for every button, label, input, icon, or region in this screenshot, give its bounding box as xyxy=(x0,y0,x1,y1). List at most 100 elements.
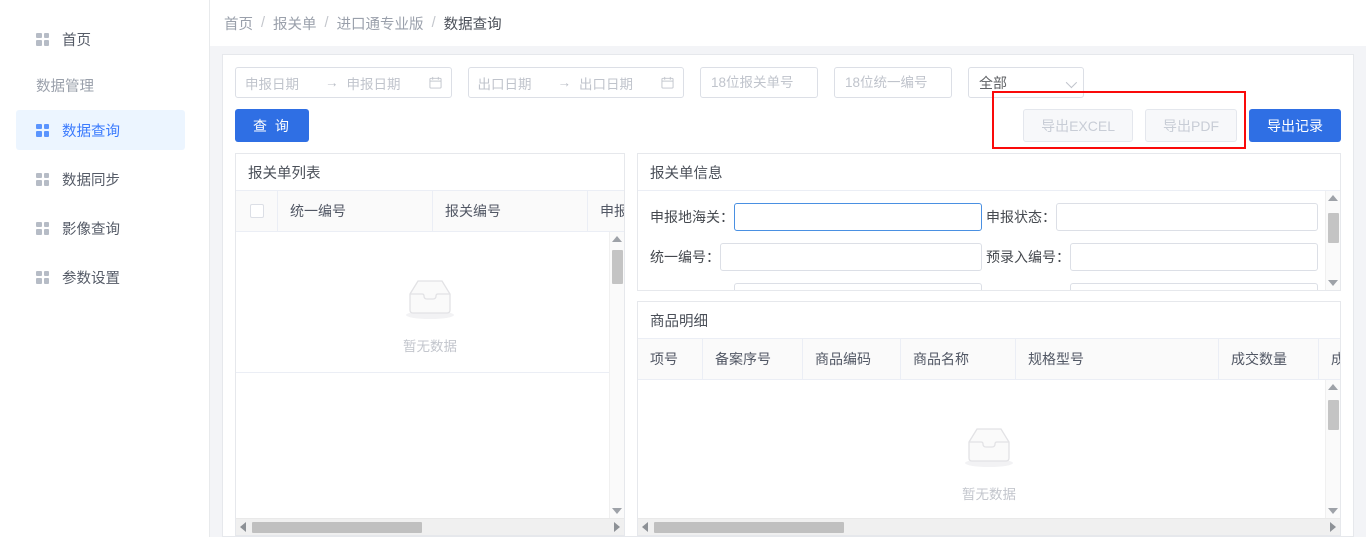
export-excel-button[interactable]: 导出EXCEL xyxy=(1023,109,1133,142)
declaration-list-vertical-scrollbar[interactable] xyxy=(609,232,624,518)
panels-region: 报关单列表 统一编号 报关编号 申报日 xyxy=(223,153,1353,536)
field-declare-status: 申报状态： xyxy=(986,203,1318,231)
breadcrumb-item-home[interactable]: 首页 xyxy=(224,13,253,34)
declaration-info-title: 报关单信息 xyxy=(638,154,1340,191)
declaration-info-panel: 报关单信息 申报地海关： 申报状态： 统一编号： 预录入编号： xyxy=(637,153,1341,291)
declaration-info-vertical-scrollbar[interactable] xyxy=(1325,191,1340,290)
declare-date-start[interactable]: 申报日期 xyxy=(245,73,317,93)
sidebar-item-image-query[interactable]: 影像查询 xyxy=(16,208,185,248)
column-header-declare-date[interactable]: 申报日 xyxy=(588,191,624,231)
scroll-right-arrow-icon[interactable] xyxy=(1330,522,1336,532)
export-pdf-button[interactable]: 导出PDF xyxy=(1145,109,1237,142)
breadcrumb-item-data-query: 数据查询 xyxy=(443,16,502,33)
field-pre-entry-no: 预录入编号： xyxy=(986,243,1318,271)
sidebar-item-label: 影像查询 xyxy=(62,221,120,238)
grid-icon xyxy=(36,123,49,137)
sidebar-item-parameter-settings[interactable]: 参数设置 xyxy=(16,257,185,297)
column-header-customs-no[interactable]: 报关编号 xyxy=(433,191,588,231)
scroll-right-arrow-icon[interactable] xyxy=(614,522,620,532)
scroll-left-arrow-icon[interactable] xyxy=(240,522,246,532)
column-header-record-no[interactable]: 备案序号 xyxy=(703,339,803,379)
grid-icon xyxy=(36,270,49,284)
customs-number-input[interactable] xyxy=(700,67,818,98)
scroll-up-arrow-icon[interactable] xyxy=(612,236,622,242)
unified-number-input[interactable] xyxy=(834,67,952,98)
calendar-icon xyxy=(661,76,674,89)
declare-date-end[interactable]: 申报日期 xyxy=(347,73,419,93)
goods-detail-header-row: 项号 备案序号 商品编码 商品名称 规格型号 成交数量 成 xyxy=(638,339,1340,380)
scroll-down-arrow-icon[interactable] xyxy=(1328,280,1338,286)
grid-icon xyxy=(36,221,49,235)
form-row: 统一编号： 预录入编号： xyxy=(650,243,1318,271)
form-row-clipped xyxy=(650,283,1318,290)
sidebar-item-label: 首页 xyxy=(62,32,91,49)
column-header-goods-code[interactable]: 商品编码 xyxy=(803,339,901,379)
export-date-start[interactable]: 出口日期 xyxy=(478,73,550,93)
export-record-button[interactable]: 导出记录 xyxy=(1249,109,1341,142)
sidebar-item-data-sync[interactable]: 数据同步 xyxy=(16,159,185,199)
query-button[interactable]: 查 询 xyxy=(235,109,309,142)
grid-icon xyxy=(36,172,49,186)
vertical-scroll-thumb[interactable] xyxy=(612,250,623,284)
breadcrumb-item-import-pro[interactable]: 进口通专业版 xyxy=(337,13,424,34)
declaration-list-horizontal-scrollbar[interactable] xyxy=(236,518,624,535)
scroll-up-arrow-icon[interactable] xyxy=(1328,195,1338,201)
scroll-down-arrow-icon[interactable] xyxy=(1328,508,1338,514)
select-all-checkbox[interactable] xyxy=(249,204,264,218)
field-label: 预录入编号： xyxy=(986,249,1070,265)
sidebar-item-data-query[interactable]: 数据查询 xyxy=(16,110,185,150)
goods-detail-vertical-scrollbar[interactable] xyxy=(1325,380,1340,518)
filter-toolbar: 申报日期 → 申报日期 出口日期 → 出口日期 18位报关单号 18位统一编号 … xyxy=(223,55,1353,98)
breadcrumb: 首页 / 报关单 / 进口通专业版 / 数据查询 xyxy=(210,0,1366,46)
field-unified-no: 统一编号： xyxy=(650,243,982,271)
status-select[interactable]: 全部 xyxy=(968,67,1084,98)
column-header-deal-quantity[interactable]: 成交数量 xyxy=(1219,339,1319,379)
scroll-left-arrow-icon[interactable] xyxy=(642,522,648,532)
vertical-scroll-thumb[interactable] xyxy=(1328,213,1339,243)
field-label: 申报地海关： xyxy=(650,209,734,225)
export-date-end[interactable]: 出口日期 xyxy=(579,73,651,93)
declare-date-range-picker[interactable]: 申报日期 → 申报日期 xyxy=(235,67,452,98)
status-select-value: 全部 xyxy=(979,74,1007,91)
declaration-list-empty-state: 暂无数据 xyxy=(236,232,624,355)
declaration-list-body: 暂无数据 xyxy=(236,232,624,518)
sidebar-group-data-management: 数据管理 xyxy=(36,79,94,95)
column-header-goods-name[interactable]: 商品名称 xyxy=(901,339,1016,379)
breadcrumb-separator: / xyxy=(324,15,329,31)
breadcrumb-item-declaration[interactable]: 报关单 xyxy=(273,13,317,34)
empty-box-icon xyxy=(398,274,462,325)
main-card: 申报日期 → 申报日期 出口日期 → 出口日期 18位报关单号 18位统一编号 … xyxy=(222,54,1354,537)
declaration-list-header-row: 统一编号 报关编号 申报日 xyxy=(236,191,624,232)
clipped-left-input[interactable] xyxy=(734,283,982,290)
column-header-unified-no[interactable]: 统一编号 xyxy=(278,191,433,231)
main-area: 首页 / 报关单 / 进口通专业版 / 数据查询 申报日期 → 申报日期 出口日… xyxy=(210,0,1366,537)
horizontal-scroll-thumb[interactable] xyxy=(252,522,422,533)
goods-detail-horizontal-scrollbar[interactable] xyxy=(638,518,1340,535)
field-declare-customs: 申报地海关： xyxy=(650,203,982,231)
app-root: 首页 数据管理 数据查询 数据同步 影像查询 参数设置 首页 / 报关单 / 进… xyxy=(0,0,1366,537)
field-label: 申报状态： xyxy=(986,209,1056,225)
scroll-down-arrow-icon[interactable] xyxy=(612,508,622,514)
declare-customs-input[interactable] xyxy=(734,203,982,231)
goods-detail-title: 商品明细 xyxy=(638,302,1340,339)
column-header-item-no[interactable]: 项号 xyxy=(638,339,703,379)
horizontal-scroll-thumb[interactable] xyxy=(654,522,844,533)
export-date-range-picker[interactable]: 出口日期 → 出口日期 xyxy=(467,67,684,98)
breadcrumb-separator: / xyxy=(431,15,436,31)
column-header-spec-model[interactable]: 规格型号 xyxy=(1016,339,1219,379)
sidebar-item-label: 数据查询 xyxy=(62,123,120,140)
sidebar-item-home[interactable]: 首页 xyxy=(16,19,185,59)
content-region: 申报日期 → 申报日期 出口日期 → 出口日期 18位报关单号 18位统一编号 … xyxy=(210,46,1366,537)
declaration-list-title: 报关单列表 xyxy=(236,154,624,191)
chevron-down-icon xyxy=(1065,76,1078,88)
pre-entry-no-input[interactable] xyxy=(1070,243,1318,271)
grid-icon xyxy=(36,32,49,46)
declare-status-input[interactable] xyxy=(1056,203,1318,231)
clipped-right-input[interactable] xyxy=(1070,283,1318,290)
sidebar-item-label: 参数设置 xyxy=(62,270,120,287)
scroll-up-arrow-icon[interactable] xyxy=(1328,384,1338,390)
field-clipped-left xyxy=(650,283,982,290)
column-header-partial[interactable]: 成 xyxy=(1319,339,1340,379)
vertical-scroll-thumb[interactable] xyxy=(1328,400,1339,430)
unified-no-input[interactable] xyxy=(720,243,982,271)
